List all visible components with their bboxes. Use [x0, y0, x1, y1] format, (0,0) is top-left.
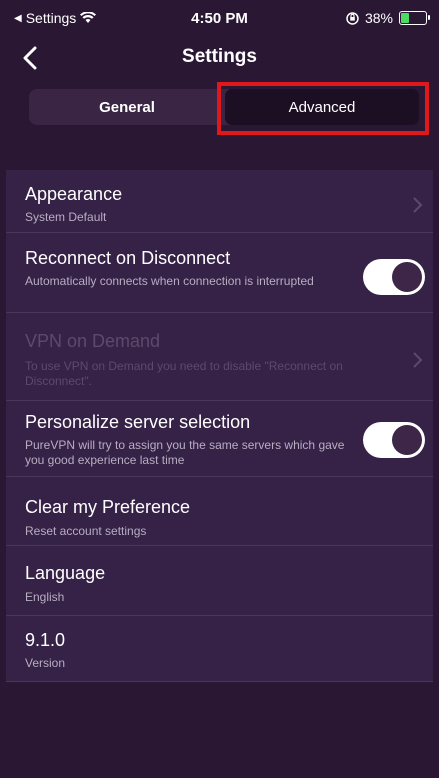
orientation-lock-icon [346, 11, 359, 25]
setting-row-clear-my-preference[interactable]: Clear my Preference Reset account settin… [6, 477, 433, 546]
chevron-right-icon [413, 352, 423, 368]
setting-row-reconnect-on-disconnect: Reconnect on Disconnect Automatically co… [6, 233, 433, 313]
battery-charging-icon [399, 11, 430, 25]
setting-title: Language [25, 563, 106, 583]
setting-subtitle: Reset account settings [25, 524, 147, 538]
setting-title: Reconnect on Disconnect [25, 248, 231, 268]
setting-row-language[interactable]: Language English [6, 546, 433, 616]
setting-title: Appearance [25, 184, 123, 204]
setting-title: Clear my Preference [25, 497, 191, 517]
setting-subtitle: To use VPN on Demand you need to disable… [25, 359, 343, 388]
navigation-bar: Settings [0, 34, 439, 84]
status-right: 38% [346, 10, 430, 26]
setting-subtitle: PureVPN will try to assign you the same … [25, 438, 345, 467]
toggle-knob [392, 425, 422, 455]
highlight-box [217, 82, 429, 135]
setting-subtitle: Automatically connects when connection i… [25, 274, 314, 288]
setting-row-appearance[interactable]: Appearance System Default [6, 170, 433, 233]
personalize-toggle[interactable] [363, 422, 425, 458]
chevron-right-icon [413, 197, 423, 213]
battery-level-fill [401, 13, 409, 23]
page-title: Settings [182, 46, 257, 67]
setting-title: 9.1.0 [25, 630, 66, 650]
settings-list: Appearance System Default Reconnect on D… [6, 170, 433, 682]
status-bar: ◀ Settings 4:50 PM 38% [0, 0, 439, 34]
reconnect-toggle[interactable] [363, 259, 425, 295]
setting-subtitle: English [25, 590, 65, 604]
tab-general[interactable]: General [29, 89, 225, 125]
setting-row-version: 9.1.0 Version [6, 616, 433, 682]
setting-row-personalize-server-selection: Personalize server selection PureVPN wil… [6, 401, 433, 477]
setting-title: VPN on Demand [25, 331, 161, 351]
toggle-knob [392, 262, 422, 292]
setting-subtitle: System Default [25, 210, 107, 224]
settings-screen: ◀ Settings 4:50 PM 38% Settings General … [0, 0, 439, 778]
battery-percent: 38% [364, 10, 393, 26]
setting-row-vpn-on-demand[interactable]: VPN on Demand To use VPN on Demand you n… [6, 313, 433, 401]
setting-title: Personalize server selection [25, 412, 251, 432]
setting-subtitle: Version [25, 656, 66, 670]
